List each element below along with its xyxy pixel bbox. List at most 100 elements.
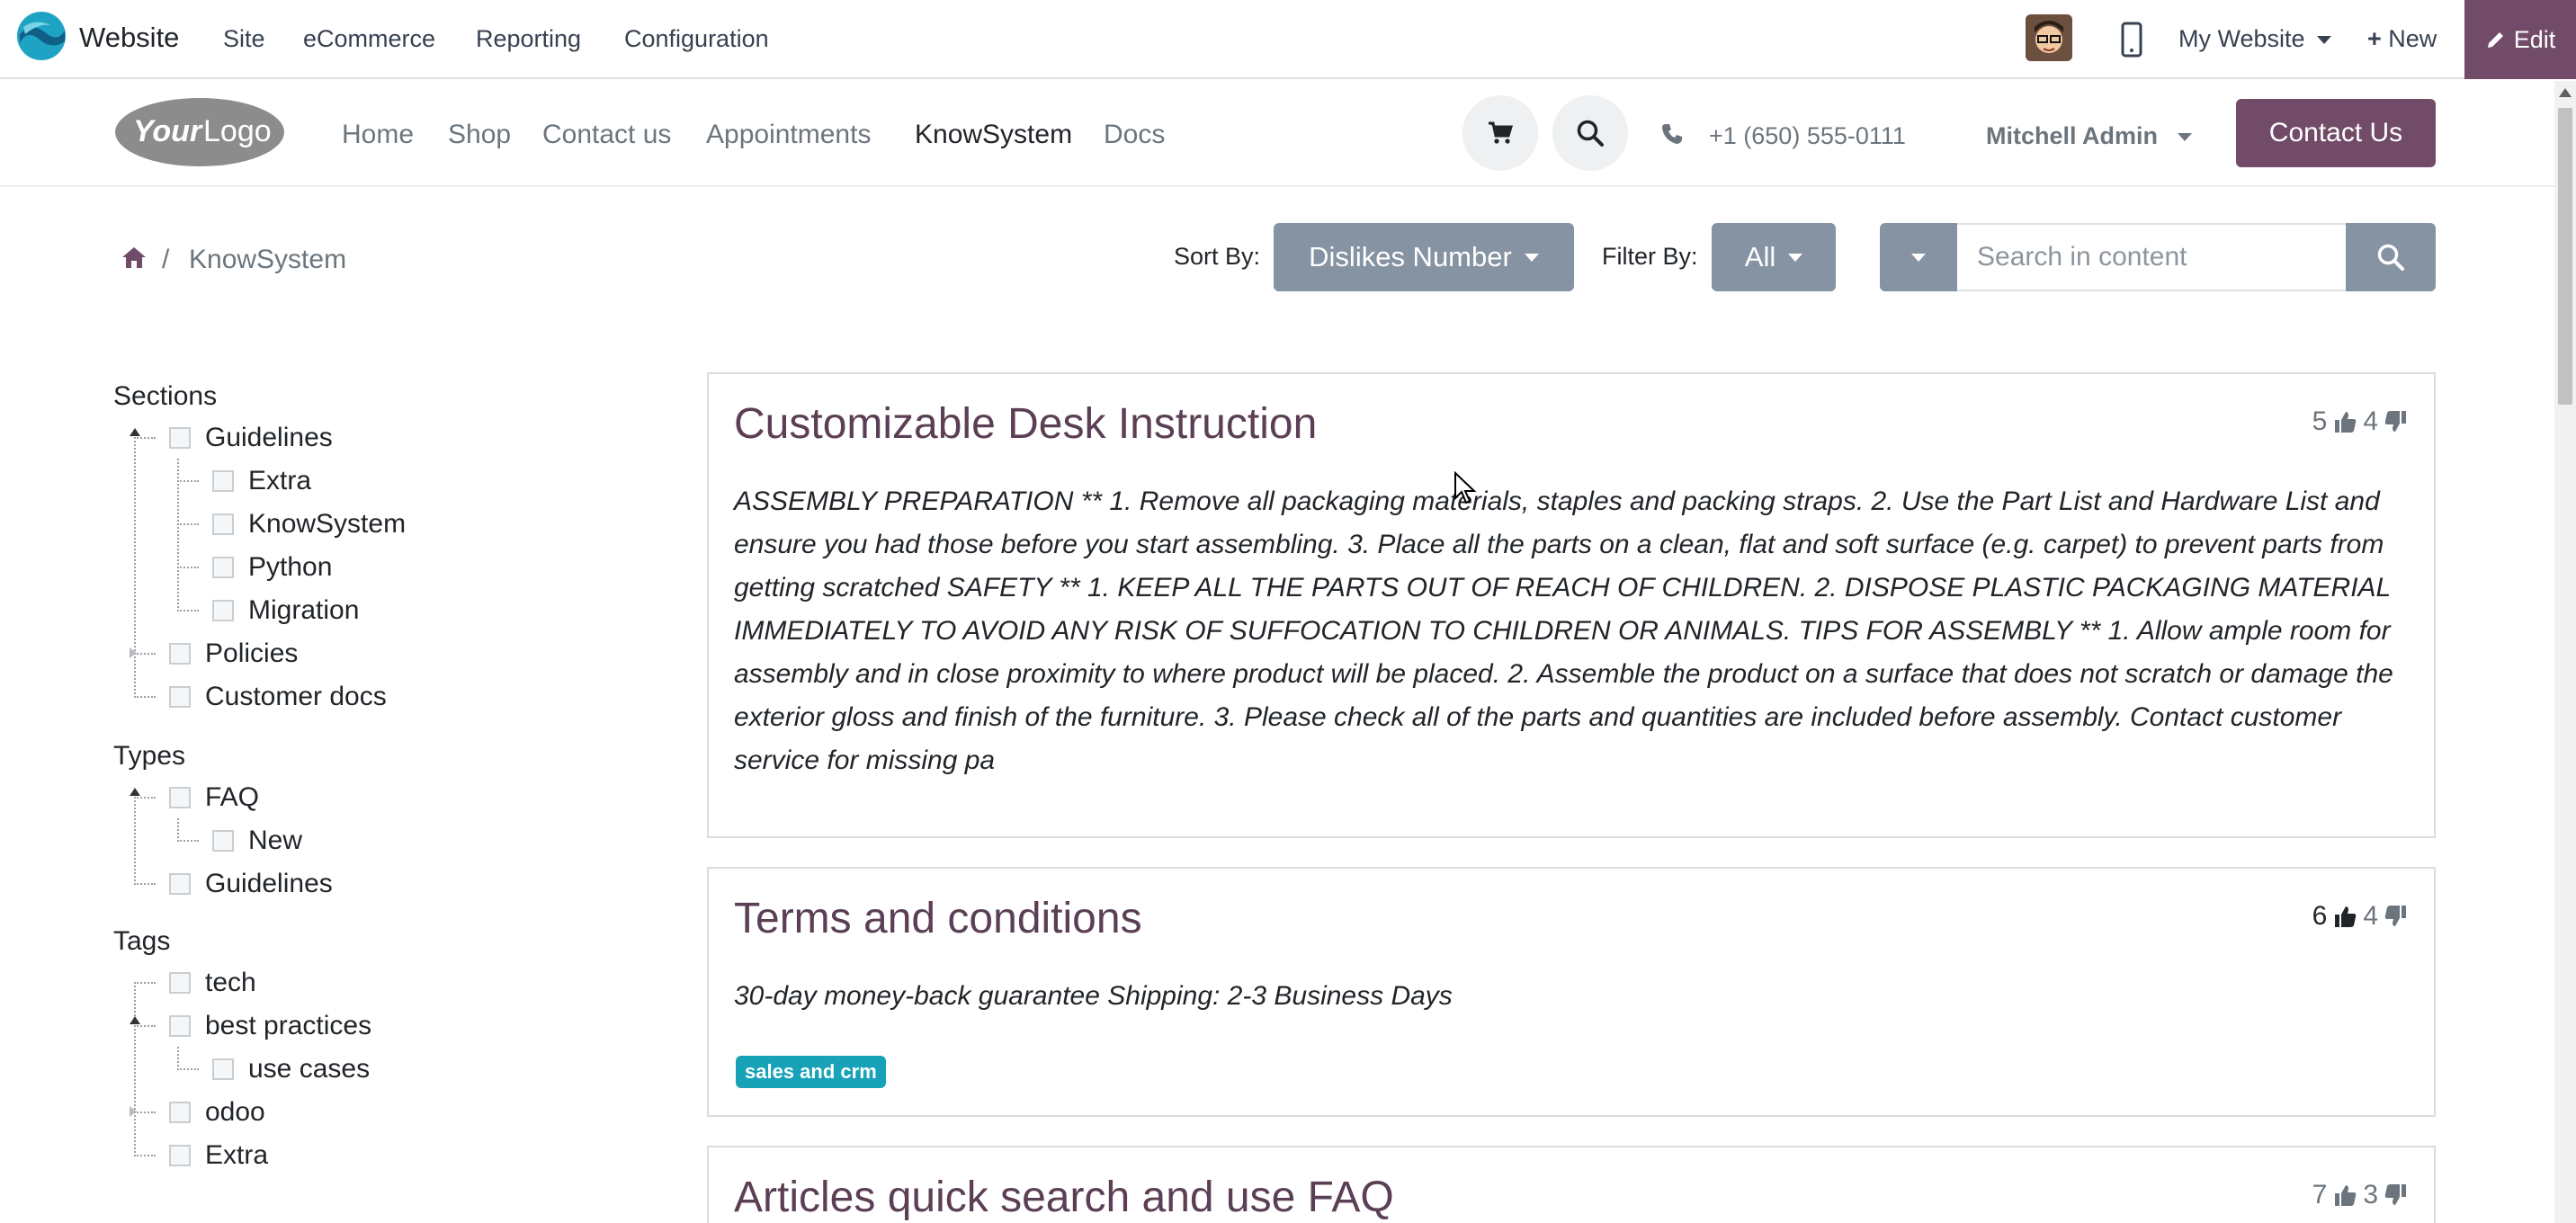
checkbox[interactable] xyxy=(212,1058,234,1080)
pencil-icon xyxy=(2487,32,2503,48)
menu-configuration[interactable]: Configuration xyxy=(624,25,769,53)
user-menu[interactable]: Mitchell Admin xyxy=(1986,122,2192,150)
search-options-dropdown[interactable] xyxy=(1880,223,1957,291)
app-name[interactable]: Website xyxy=(79,22,179,54)
dislikes-count: 4 xyxy=(2363,406,2378,436)
tree-connector xyxy=(134,1025,156,1027)
tag-use-cases[interactable]: use cases xyxy=(212,1049,370,1089)
filter-by-label: Filter By: xyxy=(1602,243,1698,270)
article-title[interactable]: Articles quick search and use FAQ xyxy=(734,1173,1394,1222)
mobile-preview-icon[interactable] xyxy=(2119,22,2144,58)
filter-dropdown[interactable]: All xyxy=(1712,223,1836,291)
nav-docs[interactable]: Docs xyxy=(1104,120,1165,150)
section-extra[interactable]: Extra xyxy=(212,461,311,501)
my-website-dropdown[interactable]: My Website xyxy=(2178,25,2332,53)
checkbox[interactable] xyxy=(212,513,234,535)
tree-label: Customer docs xyxy=(205,682,387,711)
tree-connector xyxy=(134,437,136,698)
nav-knowsystem[interactable]: KnowSystem xyxy=(915,120,1072,150)
cart-button[interactable] xyxy=(1462,95,1538,171)
new-button[interactable]: + New xyxy=(2367,25,2437,53)
website-app-icon[interactable] xyxy=(16,11,67,61)
collapse-arrow-icon[interactable] xyxy=(130,788,140,796)
section-policies[interactable]: Policies xyxy=(169,634,298,674)
type-faq[interactable]: FAQ xyxy=(169,778,259,817)
checkbox[interactable] xyxy=(212,470,234,492)
edit-button[interactable]: Edit xyxy=(2464,0,2576,79)
tag-odoo[interactable]: odoo xyxy=(169,1093,265,1132)
company-logo[interactable]: Your Logo xyxy=(113,94,286,170)
thumbs-up-icon[interactable] xyxy=(2332,1183,2357,1208)
tree-connector xyxy=(134,797,156,799)
type-new[interactable]: New xyxy=(212,821,302,861)
article-title[interactable]: Customizable Desk Instruction xyxy=(734,399,1317,449)
admin-top-bar: Website Site eCommerce Reporting Configu… xyxy=(0,0,2576,79)
tree-label: odoo xyxy=(205,1097,265,1127)
home-icon[interactable] xyxy=(121,245,148,270)
article-card[interactable]: Customizable Desk Instruction 5 4 ASSEMB… xyxy=(707,372,2436,838)
type-guidelines[interactable]: Guidelines xyxy=(169,864,333,904)
svg-text:Your: Your xyxy=(133,114,203,148)
section-customer-docs[interactable]: Customer docs xyxy=(169,677,387,717)
thumbs-down-icon[interactable] xyxy=(2384,904,2409,929)
menu-reporting[interactable]: Reporting xyxy=(476,25,581,53)
sort-dropdown[interactable]: Dislikes Number xyxy=(1274,223,1574,291)
section-knowsystem[interactable]: KnowSystem xyxy=(212,504,406,544)
scroll-up-arrow-icon[interactable] xyxy=(2559,88,2572,97)
nav-appointments[interactable]: Appointments xyxy=(706,120,871,150)
nav-shop[interactable]: Shop xyxy=(448,120,511,150)
content-search-button[interactable] xyxy=(2346,223,2436,291)
thumbs-up-icon[interactable] xyxy=(2332,409,2357,434)
article-card[interactable]: Terms and conditions 6 4 30-day money-ba… xyxy=(707,867,2436,1117)
checkbox[interactable] xyxy=(212,600,234,621)
menu-site[interactable]: Site xyxy=(223,25,265,53)
collapse-arrow-icon[interactable] xyxy=(130,1016,140,1024)
tags-heading: Tags xyxy=(113,926,171,956)
checkbox[interactable] xyxy=(169,427,191,449)
user-avatar[interactable] xyxy=(2026,14,2072,61)
tag-best-practices[interactable]: best practices xyxy=(169,1006,371,1046)
chevron-down-icon xyxy=(1524,253,1539,262)
thumbs-down-icon[interactable] xyxy=(2384,1183,2409,1208)
checkbox[interactable] xyxy=(169,873,191,895)
checkbox[interactable] xyxy=(169,686,191,708)
thumbs-down-icon[interactable] xyxy=(2384,409,2409,434)
checkbox[interactable] xyxy=(169,1015,191,1037)
contact-us-button[interactable]: Contact Us xyxy=(2236,99,2436,167)
checkbox[interactable] xyxy=(169,972,191,994)
checkbox[interactable] xyxy=(212,557,234,578)
search-icon xyxy=(1577,120,1604,147)
tree-connector xyxy=(134,1111,156,1113)
tag-extra[interactable]: Extra xyxy=(169,1136,268,1175)
section-migration[interactable]: Migration xyxy=(212,591,359,630)
section-guidelines[interactable]: Guidelines xyxy=(169,418,333,458)
expand-arrow-icon[interactable] xyxy=(130,1106,137,1117)
nav-contact-us[interactable]: Contact us xyxy=(542,120,671,150)
sort-value: Dislikes Number xyxy=(1309,241,1512,272)
phone-number[interactable]: +1 (650) 555-0111 xyxy=(1709,122,1906,150)
collapse-arrow-icon[interactable] xyxy=(130,428,140,436)
likes-count: 6 xyxy=(2312,901,2328,931)
new-label: New xyxy=(2388,25,2437,52)
tree-connector xyxy=(177,840,199,842)
tree-connector xyxy=(177,1068,199,1070)
menu-ecommerce[interactable]: eCommerce xyxy=(303,25,435,53)
section-python[interactable]: Python xyxy=(212,548,332,587)
expand-arrow-icon[interactable] xyxy=(130,647,137,658)
tree-connector xyxy=(134,1155,156,1156)
scrollbar-thumb[interactable] xyxy=(2558,108,2572,405)
checkbox[interactable] xyxy=(169,1145,191,1166)
header-search-button[interactable] xyxy=(1552,95,1628,171)
nav-home[interactable]: Home xyxy=(342,120,414,150)
article-card[interactable]: Articles quick search and use FAQ 7 3 xyxy=(707,1146,2436,1223)
article-tag-badge[interactable]: sales and crm xyxy=(736,1056,886,1088)
tree-connector xyxy=(177,480,199,482)
article-title[interactable]: Terms and conditions xyxy=(734,894,1142,943)
checkbox[interactable] xyxy=(169,787,191,808)
checkbox[interactable] xyxy=(169,1102,191,1123)
content-search-input[interactable] xyxy=(1957,223,2346,291)
tag-tech[interactable]: tech xyxy=(169,963,256,1003)
thumbs-up-icon[interactable] xyxy=(2332,904,2357,929)
checkbox[interactable] xyxy=(169,643,191,665)
checkbox[interactable] xyxy=(212,830,234,852)
